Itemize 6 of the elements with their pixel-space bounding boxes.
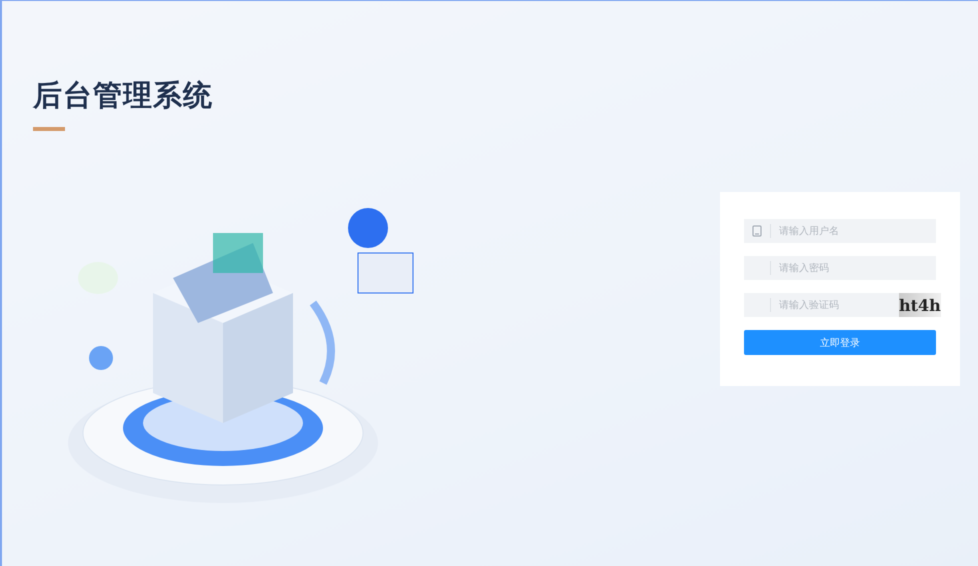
page-title: 后台管理系统 [33,77,214,113]
captcha-field[interactable]: 请输入验证码 [744,293,899,317]
captcha-image[interactable]: ht4h [899,293,941,317]
phone-icon [752,225,762,237]
title-underline [33,127,65,131]
captcha-input[interactable]: 请输入验证码 [779,300,899,310]
